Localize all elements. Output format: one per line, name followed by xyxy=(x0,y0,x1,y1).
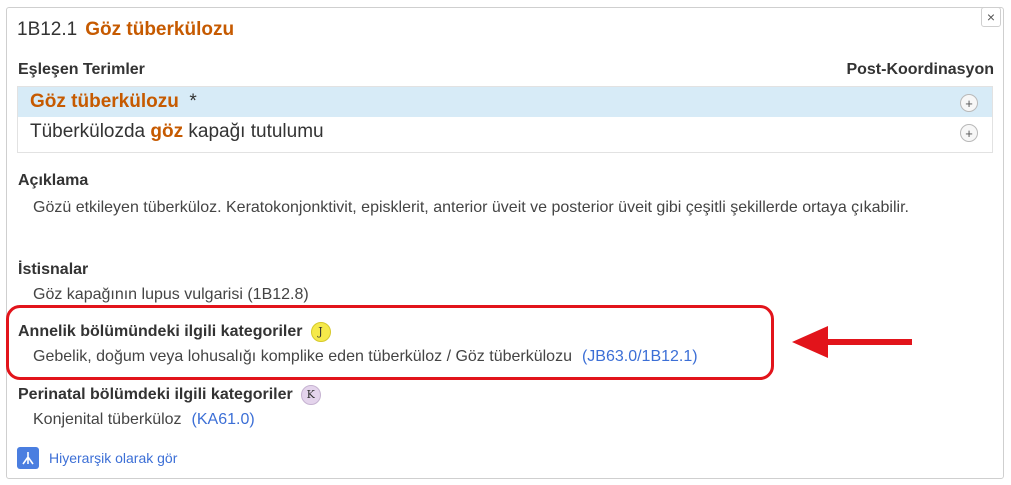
term-highlight: göz xyxy=(150,121,184,142)
matching-term-row[interactable]: Tüberkülozda göz kapağı tutulumu + xyxy=(18,117,992,147)
matching-terms-header: Eşleşen Terimler Post-Koordinasyon xyxy=(18,61,994,79)
add-postcoordination-button[interactable]: + xyxy=(960,124,978,142)
matching-terms-label: Eşleşen Terimler xyxy=(18,61,145,78)
exclusions-title: İstisnalar xyxy=(18,261,89,278)
entity-detail-panel: × 1B12.1 Göz tüberkülozu Eşleşen Terimler… xyxy=(6,7,1004,479)
close-button[interactable]: × xyxy=(981,7,1001,27)
matching-terms-list: Göz tüberkülozu * + Tüberkülozda göz kap… xyxy=(17,86,993,153)
term-prefix: Tüberkülozda xyxy=(30,121,151,142)
perinatal-title: Perinatal bölümdeki ilgili kategoriler K xyxy=(18,385,321,405)
add-postcoordination-button[interactable]: + xyxy=(960,94,978,112)
chapter-k-badge: K xyxy=(300,385,321,405)
hierarchy-link-label: Hiyerarşik olarak gör xyxy=(49,450,178,466)
entity-title: Göz tüberkülozu xyxy=(85,19,235,40)
entity-header: 1B12.1 Göz tüberkülozu xyxy=(17,19,234,41)
perinatal-text-label: Konjenital tüberküloz xyxy=(33,411,182,428)
exclusions-text: Göz kapağının lupus vulgarisi (1B12.8) xyxy=(33,286,309,303)
perinatal-title-text: Perinatal bölümdeki ilgili kategoriler xyxy=(18,386,293,403)
annotation-arrow-icon xyxy=(792,326,912,358)
term-suffix: * xyxy=(178,91,197,112)
description-title: Açıklama xyxy=(18,172,89,189)
annotation-highlight-box xyxy=(6,305,774,380)
hierarchy-view-link[interactable]: Hiyerarşik olarak gör xyxy=(17,447,177,469)
entity-code: 1B12.1 xyxy=(17,19,78,40)
perinatal-code-link[interactable]: (KA61.0) xyxy=(192,411,255,428)
hierarchy-icon xyxy=(17,447,39,469)
matching-term-row[interactable]: Göz tüberkülozu * + xyxy=(18,87,992,117)
term-highlight: Göz tüberkülozu xyxy=(30,91,179,112)
term-suffix: kapağı tutulumu xyxy=(183,121,324,142)
post-coordination-label: Post-Koordinasyon xyxy=(846,61,994,78)
description-text: Gözü etkileyen tüberküloz. Keratokonjonk… xyxy=(33,199,909,216)
perinatal-text: Konjenital tüberküloz (KA61.0) xyxy=(33,408,255,432)
